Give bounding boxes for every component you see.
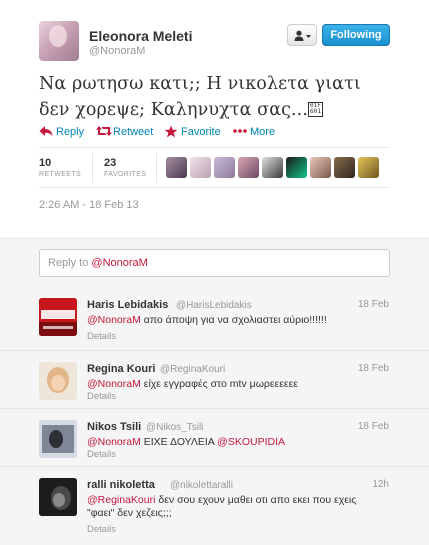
reply-mention[interactable]: @NonoraM bbox=[87, 378, 141, 390]
reply-action[interactable]: Reply bbox=[39, 124, 89, 140]
retweets-label: RETWEETS bbox=[39, 171, 82, 178]
reply-text-content: ΕΙΧΕ ΔΟΥΛΕΙΑ bbox=[140, 436, 218, 448]
reply-tweet[interactable]: Haris Lebidakis @HarisLebidakis 18 Feb @… bbox=[0, 287, 429, 351]
reply-time[interactable]: 18 Feb bbox=[358, 421, 389, 432]
reply-time[interactable]: 18 Feb bbox=[358, 363, 389, 374]
reply-avatar[interactable] bbox=[39, 298, 77, 336]
profile-photo-avatar-image bbox=[39, 420, 77, 458]
reply-author-name[interactable]: ralli nikoletta bbox=[87, 479, 155, 491]
retweet-icon bbox=[96, 126, 112, 136]
reply-tweet[interactable]: ralli nikoletta @nikolettaralli 12h @Reg… bbox=[0, 467, 429, 545]
reply-details-link[interactable]: Details bbox=[87, 391, 116, 402]
reply-author-screen-name[interactable]: @nikolettaralli bbox=[170, 480, 233, 491]
reply-time[interactable]: 12h bbox=[372, 479, 389, 490]
tweet-detail: Eleonora Meleti @NonoraM Following Να ρω… bbox=[0, 0, 429, 238]
favoriter-avatar[interactable] bbox=[166, 157, 187, 178]
reply-details-link[interactable]: Details bbox=[87, 449, 116, 460]
reply-tweet[interactable]: Nikos Tsili @Nikos_Tsili 18 Feb @NonoraM… bbox=[0, 409, 429, 467]
reply-author-screen-name[interactable]: @HarisLebidakis bbox=[176, 300, 252, 311]
reply-avatar[interactable] bbox=[39, 478, 77, 516]
favoriter-avatar[interactable] bbox=[358, 157, 379, 178]
favorite-action[interactable]: Favorite bbox=[164, 124, 222, 140]
user-dropdown-icon bbox=[294, 30, 311, 41]
retweet-action-label: Retweet bbox=[113, 126, 154, 138]
retweets-stat[interactable]: 10 RETWEETS bbox=[39, 157, 81, 178]
reply-details-link[interactable]: Details bbox=[87, 331, 116, 342]
reply-author-name[interactable]: Regina Kouri bbox=[87, 363, 155, 375]
tweet-timestamp[interactable]: 2:26 AM - 18 Feb 13 bbox=[39, 199, 139, 211]
retweets-count: 10 bbox=[39, 157, 52, 169]
favoriter-avatar[interactable] bbox=[214, 157, 235, 178]
reply-avatar[interactable] bbox=[39, 420, 77, 458]
user-actions-dropdown-button[interactable] bbox=[287, 24, 317, 46]
reply-mention[interactable]: @SKOUPIDIA bbox=[217, 436, 285, 448]
more-action[interactable]: More bbox=[233, 124, 275, 140]
reply-mention[interactable]: @NonoraM bbox=[87, 314, 141, 326]
favoriter-avatar[interactable] bbox=[238, 157, 259, 178]
reply-time[interactable]: 18 Feb bbox=[358, 299, 389, 310]
favorites-stat[interactable]: 23 FAVORITES bbox=[104, 157, 146, 178]
favoriter-avatar[interactable] bbox=[262, 157, 283, 178]
divider bbox=[39, 147, 390, 148]
news-logo-avatar-image bbox=[39, 298, 77, 336]
reply-details-link[interactable]: Details bbox=[87, 524, 116, 535]
star-icon bbox=[164, 125, 178, 138]
reply-text: @ReginaKouri δεν σου εχουν μαθει οτι απο… bbox=[87, 494, 367, 520]
more-action-label: More bbox=[250, 126, 276, 138]
reply-text-content: απο άποψη για να σχολιαστει αύριο!!!!!! bbox=[140, 314, 327, 326]
favoriter-avatar[interactable] bbox=[286, 157, 307, 178]
favoriter-avatar[interactable] bbox=[334, 157, 355, 178]
more-dots-icon bbox=[233, 129, 247, 133]
reply-mention[interactable]: @ReginaKouri bbox=[87, 494, 155, 506]
author-avatar[interactable] bbox=[39, 21, 79, 61]
reply-text: @NonoraM ΕΙΧΕ ΔΟΥΛΕΙΑ @SKOUPIDIA bbox=[87, 436, 377, 449]
reply-tweet[interactable]: Regina Kouri @ReginaKouri 18 Feb @Nonora… bbox=[0, 351, 429, 409]
author-screen-name[interactable]: @NonoraM bbox=[89, 45, 145, 57]
reply-author-screen-name[interactable]: @Nikos_Tsili bbox=[146, 422, 203, 433]
reply-avatar[interactable] bbox=[39, 362, 77, 400]
reply-text: @NonoraM απο άποψη για να σχολιαστει αύρ… bbox=[87, 314, 377, 327]
reply-author-name[interactable]: Nikos Tsili bbox=[87, 421, 141, 433]
retweet-action[interactable]: Retweet bbox=[96, 124, 158, 140]
unknown-emoji-glyph: 01F 601 bbox=[308, 102, 324, 117]
reply-author-screen-name[interactable]: @ReginaKouri bbox=[160, 364, 225, 375]
author-fullname[interactable]: Eleonora Meleti bbox=[89, 28, 192, 44]
tweet-text: Να ρωτησω κατι;; Η νικολετα γιατι δεν χο… bbox=[39, 71, 389, 123]
profile-photo-avatar-image bbox=[39, 362, 77, 400]
favoriter-avatar[interactable] bbox=[310, 157, 331, 178]
reply-action-label: Reply bbox=[56, 126, 85, 138]
reply-input-mention: @NonoraM bbox=[91, 257, 148, 269]
reply-input-prefix: Reply to bbox=[48, 257, 92, 269]
profile-photo-avatar-image bbox=[39, 478, 77, 516]
favorites-label: FAVORITES bbox=[104, 171, 147, 178]
favoriter-avatar[interactable] bbox=[190, 157, 211, 178]
favorites-count: 23 bbox=[104, 157, 117, 169]
divider bbox=[39, 187, 390, 188]
reply-icon bbox=[39, 126, 53, 136]
favorite-action-label: Favorite bbox=[181, 126, 221, 138]
following-button[interactable]: Following bbox=[322, 24, 390, 46]
reply-text: @NonoraM είχε εγγραφές στο mtv μωρεεεεεε bbox=[87, 378, 377, 391]
reply-area: Reply to @NonoraM bbox=[0, 238, 429, 288]
reply-author-name[interactable]: Haris Lebidakis bbox=[87, 299, 168, 311]
reply-mention[interactable]: @NonoraM bbox=[87, 436, 141, 448]
reply-input[interactable]: Reply to @NonoraM bbox=[39, 249, 390, 277]
reply-text-content: είχε εγγραφές στο mtv μωρεεεεεε bbox=[140, 378, 298, 390]
divider bbox=[156, 153, 157, 183]
divider bbox=[92, 153, 93, 183]
